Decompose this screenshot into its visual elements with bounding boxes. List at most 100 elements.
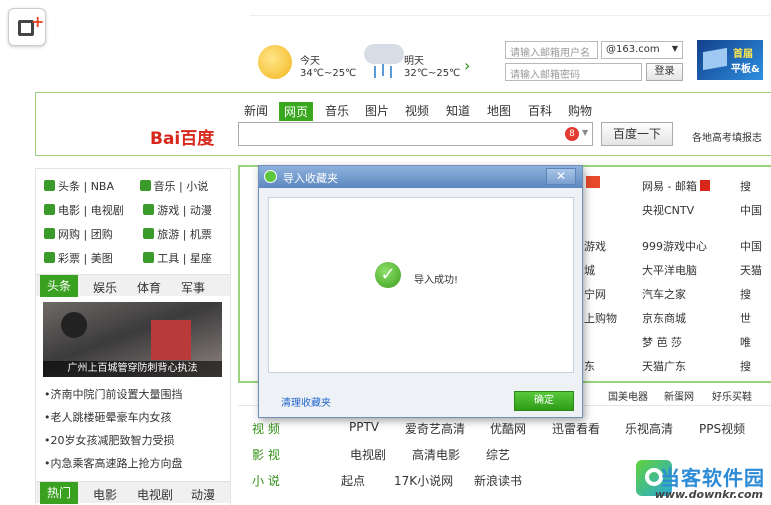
news-photo[interactable]: 广州上百城管穿防刺背心执法 <box>43 302 222 377</box>
news-item[interactable]: •20岁女孩减肥致智力受损 <box>44 432 175 448</box>
tab-images[interactable]: 图片 <box>365 102 389 119</box>
tab-baike[interactable]: 百科 <box>528 102 552 119</box>
news-item[interactable]: •老人跳楼砸晕豪车内女孩 <box>44 409 172 425</box>
site-link[interactable]: 国美电器 <box>608 388 648 403</box>
site-link[interactable]: 中国 <box>740 238 762 254</box>
news-item[interactable]: •内急乘客高速路上抢方向盘 <box>44 455 183 471</box>
nav-link[interactable]: 机票 <box>190 228 212 241</box>
tools-icon <box>143 252 155 263</box>
nav-link[interactable]: 美图 <box>91 252 113 265</box>
login-button[interactable]: 登录 <box>646 63 683 81</box>
chevron-down-icon: ▼ <box>671 44 678 53</box>
email-domain-select[interactable]: @163.com ▼ <box>601 41 683 59</box>
movie-icon <box>44 204 55 215</box>
tab-shopping[interactable]: 购物 <box>568 102 592 119</box>
category-link[interactable]: 高清电影 <box>412 446 460 463</box>
tab-tv[interactable]: 电视剧 <box>137 486 173 503</box>
tab-headline[interactable]: 头条 <box>40 275 79 297</box>
nav-link[interactable]: 动漫 <box>190 204 212 217</box>
email-username-input[interactable]: 请输入邮箱用户名 <box>505 41 598 59</box>
category-link[interactable]: 优酷网 <box>490 420 526 437</box>
site-link[interactable]: 中国 <box>740 202 762 218</box>
tab-news[interactable]: 新闻 <box>244 102 268 119</box>
site-link[interactable]: 梦 芭 莎 <box>642 334 682 350</box>
app-logo-icon[interactable]: + <box>8 8 46 46</box>
baidu-logo[interactable]: Bai百度 <box>150 124 214 149</box>
category-link[interactable]: 17K小说网 <box>394 472 453 489</box>
site-link[interactable]: 大平洋电脑 <box>642 262 697 278</box>
category-link[interactable]: PPS视频 <box>699 420 745 437</box>
close-icon: ✕ <box>555 169 567 183</box>
category-link[interactable]: 爱奇艺高清 <box>405 420 465 437</box>
site-link[interactable]: 游戏 <box>584 238 606 254</box>
tab-zhidao[interactable]: 知道 <box>446 102 470 119</box>
email-password-input[interactable]: 请输入邮箱密码 <box>505 63 642 81</box>
site-link[interactable]: 世 <box>740 310 751 326</box>
category-video-label[interactable]: 视 频 <box>252 420 280 437</box>
tab-entertainment[interactable]: 娱乐 <box>93 279 117 296</box>
nav-link[interactable]: 电视剧 <box>91 204 124 217</box>
nav-link[interactable]: NBA <box>91 180 114 193</box>
notification-badge[interactable]: 8 <box>565 127 579 141</box>
site-link[interactable]: 天猫 <box>740 262 762 278</box>
search-input[interactable]: 8 ▼ <box>238 122 593 146</box>
top-strip <box>250 0 770 16</box>
category-link[interactable]: 综艺 <box>486 446 510 463</box>
category-link[interactable]: 起点 <box>341 472 365 489</box>
site-link[interactable]: 东 <box>584 358 595 374</box>
dialog-titlebar[interactable]: 导入收藏夹 ✕ <box>259 166 582 188</box>
tab-video[interactable]: 视频 <box>405 102 429 119</box>
nav-link[interactable]: 旅游 <box>157 228 179 241</box>
category-link[interactable]: 新浪读书 <box>474 472 522 489</box>
site-link[interactable]: 搜 <box>740 358 751 374</box>
nav-link[interactable]: 电影 <box>58 204 80 217</box>
tab-web[interactable]: 网页 <box>279 102 314 121</box>
ok-button[interactable]: 确定 <box>514 391 574 411</box>
site-link-netease-mail[interactable]: 网易 - 邮箱 <box>642 178 710 194</box>
nav-link[interactable]: 彩票 <box>58 252 80 265</box>
site-link[interactable]: 宁网 <box>584 286 606 302</box>
nav-link[interactable]: 工具 <box>157 252 179 265</box>
site-link[interactable]: 新蛋网 <box>664 388 694 403</box>
chevron-down-icon[interactable]: ▼ <box>582 128 588 137</box>
weather-next-icon[interactable]: › <box>464 56 470 75</box>
nav-link[interactable]: 星座 <box>190 252 212 265</box>
site-link[interactable]: 京东商城 <box>642 310 686 326</box>
clean-favorites-link[interactable]: 清理收藏夹 <box>281 394 331 409</box>
tab-movies[interactable]: 电影 <box>93 486 117 503</box>
category-link[interactable]: 迅雷看看 <box>552 420 600 437</box>
tab-hot[interactable]: 热门 <box>40 482 79 504</box>
tab-map[interactable]: 地图 <box>487 102 511 119</box>
nav-link[interactable]: 网购 <box>58 228 80 241</box>
tab-military[interactable]: 军事 <box>181 279 205 296</box>
site-link[interactable]: 城 <box>584 262 595 278</box>
nav-link[interactable]: 团购 <box>91 228 113 241</box>
site-link[interactable]: 上购物 <box>584 310 617 326</box>
nav-link[interactable]: 游戏 <box>157 204 179 217</box>
tab-anime[interactable]: 动漫 <box>191 486 215 503</box>
nav-link[interactable]: 音乐 <box>154 180 176 193</box>
category-film-label[interactable]: 影 视 <box>252 446 280 463</box>
sun-icon <box>258 45 292 79</box>
tab-music[interactable]: 音乐 <box>325 102 349 119</box>
category-link[interactable]: PPTV <box>349 420 379 434</box>
tab-sports[interactable]: 体育 <box>137 279 161 296</box>
site-link[interactable]: 好乐买鞋 <box>712 388 752 403</box>
search-button[interactable]: 百度一下 <box>601 122 673 146</box>
site-link[interactable]: 搜 <box>740 178 751 194</box>
ad-banner[interactable]: 首届 平板& <box>697 40 763 80</box>
news-item[interactable]: •济南中院门前设置大量围挡 <box>44 386 183 402</box>
category-link[interactable]: 电视剧 <box>350 446 386 463</box>
close-button[interactable]: ✕ <box>546 168 576 185</box>
site-link[interactable]: 汽车之家 <box>642 286 686 302</box>
nav-link[interactable]: 小说 <box>186 180 208 193</box>
nav-link[interactable]: 头条 <box>58 180 80 193</box>
site-link[interactable]: 999游戏中心 <box>642 238 707 254</box>
category-novel-label[interactable]: 小 说 <box>252 472 280 489</box>
site-link[interactable]: 天猫广东 <box>642 358 686 374</box>
site-link[interactable]: 唯 <box>740 334 751 350</box>
site-link[interactable]: 央视CNTV <box>642 202 694 218</box>
search-side-link[interactable]: 各地高考填报志 <box>692 129 762 144</box>
site-link[interactable]: 搜 <box>740 286 751 302</box>
category-link[interactable]: 乐视高清 <box>625 420 673 437</box>
